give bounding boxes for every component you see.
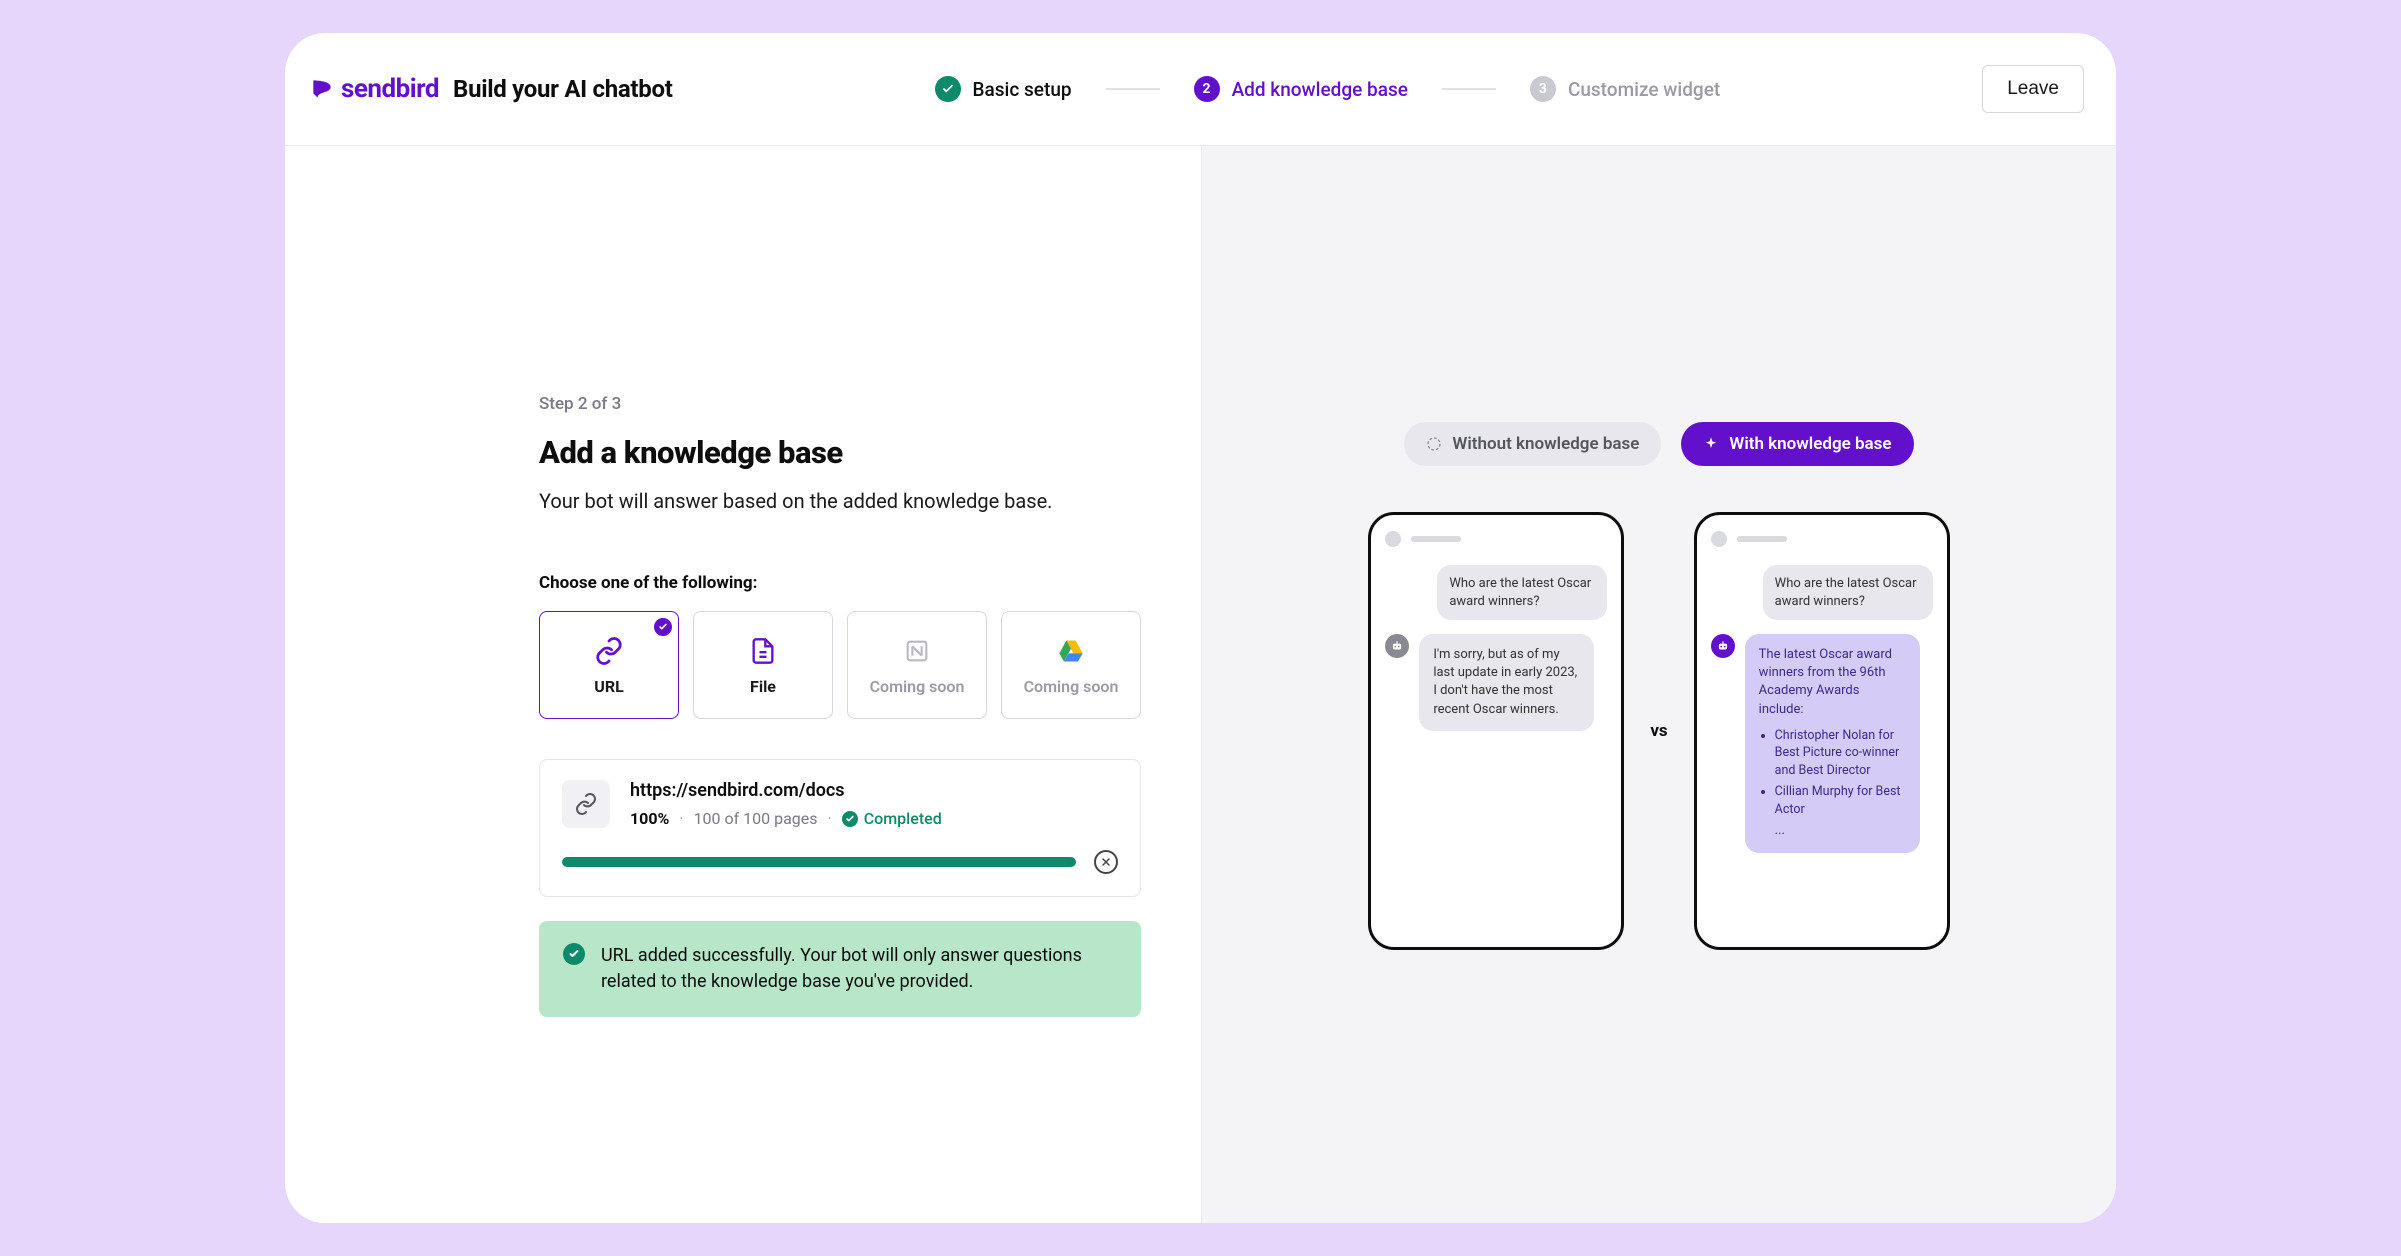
option-notion-coming-soon: Coming soon	[847, 611, 987, 719]
gdrive-icon	[1055, 635, 1087, 667]
step-label: Basic setup	[973, 78, 1072, 101]
brand: sendbird	[309, 74, 439, 104]
step-number-icon: 3	[1530, 76, 1556, 102]
vs-label: vs	[1650, 721, 1667, 741]
page-header-title: Build your AI chatbot	[453, 75, 672, 103]
option-row: URL File	[539, 611, 1141, 719]
check-circle-icon	[563, 943, 585, 965]
upload-status: Completed	[864, 809, 942, 828]
file-icon	[747, 635, 779, 667]
option-label: File	[750, 677, 776, 696]
option-label: URL	[594, 677, 623, 696]
option-url[interactable]: URL	[539, 611, 679, 719]
stepper: Basic setup 2 Add knowledge base 3 Custo…	[697, 76, 1959, 102]
link-icon	[593, 635, 625, 667]
cancel-upload-button[interactable]	[1094, 850, 1118, 874]
title-placeholder	[1411, 536, 1461, 542]
step-divider	[1442, 88, 1496, 90]
title-placeholder	[1737, 536, 1787, 542]
page-subtitle: Your bot will answer based on the added …	[539, 489, 1141, 513]
separator-dot: ·	[679, 809, 683, 828]
preview-tabs: Without knowledge base With knowledge ba…	[1404, 422, 1913, 466]
success-message: URL added successfully. Your bot will on…	[601, 943, 1117, 995]
bot-reply-intro: The latest Oscar award winners from the …	[1759, 647, 1892, 717]
left-panel: Step 2 of 3 Add a knowledge base Your bo…	[285, 146, 1201, 1223]
upload-percent: 100%	[630, 809, 669, 828]
upload-url: https://sendbird.com/docs	[630, 780, 1118, 801]
option-file[interactable]: File	[693, 611, 833, 719]
progress-bar	[562, 857, 1076, 867]
tab-label: Without knowledge base	[1452, 434, 1639, 454]
user-message: Who are the latest Oscar award winners?	[1437, 565, 1607, 620]
phone-preview-with: Who are the latest Oscar award winners? …	[1694, 512, 1950, 950]
step-number-icon: 2	[1194, 76, 1220, 102]
check-icon	[935, 76, 961, 102]
option-gdrive-coming-soon: Coming soon	[1001, 611, 1141, 719]
progress-bar-fill	[562, 857, 1076, 867]
ellipsis: ...	[1775, 822, 1906, 840]
header-left: sendbird Build your AI chatbot	[309, 74, 673, 104]
step-divider	[1106, 88, 1160, 90]
avatar-placeholder-icon	[1711, 531, 1727, 547]
tab-label: With knowledge base	[1729, 434, 1891, 454]
step-indicator: Step 2 of 3	[539, 394, 1141, 414]
right-preview-panel: Without knowledge base With knowledge ba…	[1201, 146, 2116, 1223]
separator-dot: ·	[828, 809, 832, 828]
bot-avatar-icon	[1711, 634, 1735, 658]
compare-row: Who are the latest Oscar award winners? …	[1368, 512, 1949, 950]
tab-with-knowledge[interactable]: With knowledge base	[1681, 422, 1913, 466]
header: sendbird Build your AI chatbot Basic set…	[285, 33, 2116, 146]
option-label: Coming soon	[870, 677, 965, 696]
page-title: Add a knowledge base	[539, 434, 1141, 471]
step-customize-widget[interactable]: 3 Customize widget	[1530, 76, 1720, 102]
body: Step 2 of 3 Add a knowledge base Your bo…	[285, 146, 2116, 1223]
option-label: Coming soon	[1024, 677, 1119, 696]
upload-status-card: https://sendbird.com/docs 100% · 100 of …	[539, 759, 1141, 897]
check-circle-icon	[842, 811, 858, 827]
link-icon	[562, 780, 610, 828]
phone-header	[1385, 531, 1607, 547]
tab-without-knowledge[interactable]: Without knowledge base	[1404, 422, 1661, 466]
bot-message: I'm sorry, but as of my last update in e…	[1419, 634, 1594, 731]
step-basic-setup[interactable]: Basic setup	[935, 76, 1072, 102]
success-banner: URL added successfully. Your bot will on…	[539, 921, 1141, 1017]
brand-name: sendbird	[341, 74, 439, 104]
step-label: Customize widget	[1568, 78, 1720, 101]
notion-icon	[901, 635, 933, 667]
spinner-icon	[1426, 436, 1442, 452]
list-item: Cillian Murphy for Best Actor	[1775, 783, 1906, 818]
user-message: Who are the latest Oscar award winners?	[1763, 565, 1933, 620]
phone-header	[1711, 531, 1933, 547]
step-add-knowledge-base[interactable]: 2 Add knowledge base	[1194, 76, 1408, 102]
leave-button[interactable]: Leave	[1982, 65, 2084, 113]
avatar-placeholder-icon	[1385, 531, 1401, 547]
bot-avatar-icon	[1385, 634, 1409, 658]
step-label: Add knowledge base	[1232, 78, 1408, 101]
phone-preview-without: Who are the latest Oscar award winners? …	[1368, 512, 1624, 950]
sparkle-icon	[1703, 436, 1719, 452]
selected-check-icon	[654, 618, 672, 636]
app-frame: sendbird Build your AI chatbot Basic set…	[285, 33, 2116, 1223]
choose-label: Choose one of the following:	[539, 573, 1141, 593]
upload-meta: 100% · 100 of 100 pages · Completed	[630, 809, 1118, 828]
list-item: Christopher Nolan for Best Picture co-wi…	[1775, 727, 1906, 780]
sendbird-logo-icon	[309, 76, 335, 102]
upload-pages: 100 of 100 pages	[694, 809, 818, 828]
bot-message: The latest Oscar award winners from the …	[1745, 634, 1920, 852]
